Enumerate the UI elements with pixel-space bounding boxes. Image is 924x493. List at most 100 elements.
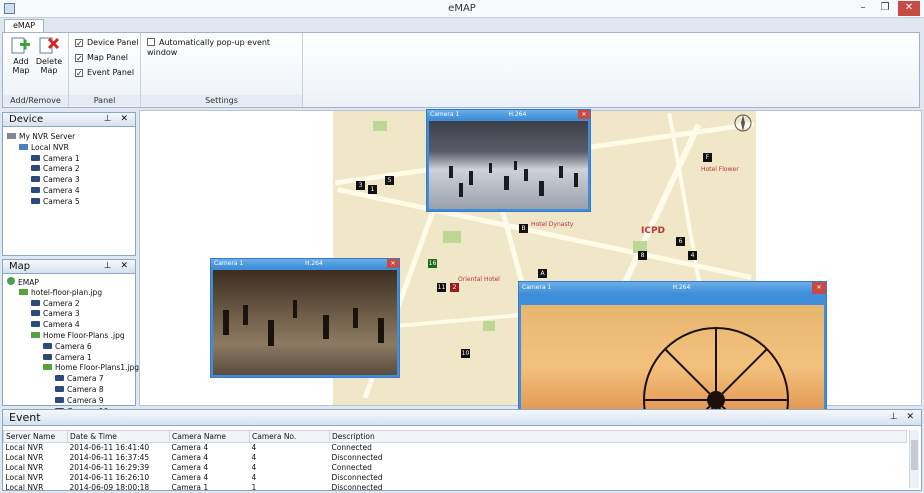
video-window-header[interactable]: Camera 1 H.264 ✕ bbox=[519, 282, 826, 294]
video-close-button[interactable]: ✕ bbox=[387, 259, 399, 268]
table-cell: Camera 4 bbox=[171, 443, 209, 452]
map-label-icpd: ICPD bbox=[641, 226, 666, 236]
table-row[interactable]: Local NVR 2014-06-11 16:41:40 Camera 4 4 Con… bbox=[4, 443, 907, 454]
table-cell: Camera 4 bbox=[171, 453, 209, 462]
table-row[interactable]: Local NVR 2014-06-11 16:26:10 Camera 4 4 Dis… bbox=[4, 473, 907, 483]
table-cell: Local NVR bbox=[5, 453, 44, 462]
map-marker[interactable]: 16 bbox=[428, 259, 437, 268]
map-panel: Map ⊥ ✕ EMAP hotel-floor-plan.jpg Camera 2… bbox=[2, 259, 139, 416]
tree-item[interactable]: Camera 3 bbox=[31, 309, 80, 318]
map-marker[interactable]: B bbox=[519, 224, 528, 233]
delete-map-button[interactable]: Delete Map bbox=[35, 36, 63, 75]
minimize-button[interactable]: – bbox=[852, 1, 874, 16]
device-panel-label: Device Panel bbox=[87, 38, 139, 47]
ribbon-tab-strip: eMAP bbox=[0, 18, 924, 33]
checkbox-check-icon: ✓ bbox=[75, 69, 83, 78]
table-cell: 2014-06-09 18:00:18 bbox=[69, 483, 150, 492]
tree-item[interactable]: Home Floor-Plans .jpg bbox=[31, 331, 125, 340]
tree-item-label: Camera 9 bbox=[67, 395, 104, 405]
add-map-button[interactable]: Add Map bbox=[7, 36, 35, 75]
tree-item[interactable]: Camera 5 bbox=[31, 197, 80, 206]
restore-button[interactable]: ❐ bbox=[874, 1, 896, 16]
table-cell: 2014-06-11 16:29:39 bbox=[69, 463, 150, 472]
video-close-button[interactable]: ✕ bbox=[578, 110, 590, 119]
station-scene bbox=[223, 300, 384, 346]
tree-item[interactable]: EMAP bbox=[7, 277, 39, 287]
map-marker[interactable]: 6 bbox=[676, 237, 685, 246]
video-window-header[interactable]: Camera 1 H.264 ✕ bbox=[427, 110, 590, 119]
tree-item[interactable]: My NVR Server bbox=[7, 132, 75, 141]
column-camera-name[interactable]: Camera Name bbox=[169, 430, 250, 443]
column-description[interactable]: Description bbox=[329, 430, 907, 443]
video-window-title: Camera 1 bbox=[430, 111, 460, 118]
panel-pin-close-icons[interactable]: ⊥ ✕ bbox=[104, 260, 131, 273]
table-cell: 4 bbox=[251, 443, 257, 452]
map-marker[interactable]: 2 bbox=[450, 283, 459, 292]
video-codec: H.264 bbox=[305, 260, 323, 267]
map-marker[interactable]: F bbox=[703, 153, 712, 162]
close-button[interactable]: ✕ bbox=[898, 1, 920, 16]
tree-item[interactable]: Camera 2 bbox=[31, 299, 80, 308]
table-row[interactable]: Local NVR 2014-06-09 18:00:18 Camera 1 1 Dis… bbox=[4, 483, 907, 493]
column-date-time[interactable]: Date & Time bbox=[67, 430, 170, 443]
device-panel-checkbox[interactable]: ✓ Device Panel bbox=[75, 38, 138, 48]
tree-item[interactable]: Camera 9 bbox=[55, 396, 104, 405]
tree-item[interactable]: Camera 2 bbox=[31, 164, 80, 173]
camera-icon bbox=[31, 165, 40, 172]
table-row[interactable]: Local NVR 2014-06-11 16:29:39 Camera 4 4 Con… bbox=[4, 463, 907, 473]
device-panel-title: Device bbox=[9, 114, 44, 125]
column-server-name[interactable]: Server Name bbox=[3, 430, 68, 443]
video-close-button[interactable]: ✕ bbox=[812, 282, 826, 294]
tree-item[interactable]: Home Floor-Plans1.jpg bbox=[43, 363, 139, 372]
tree-item-label: Camera 1 bbox=[55, 352, 92, 362]
map-marker[interactable]: 11 bbox=[437, 283, 446, 292]
event-panel-checkbox[interactable]: ✓ Event Panel bbox=[75, 68, 134, 78]
map-marker[interactable]: 3 bbox=[356, 181, 365, 190]
table-cell: 4 bbox=[251, 473, 257, 482]
tab-emap[interactable]: eMAP bbox=[4, 19, 45, 33]
video-window-header[interactable]: Camera 1 H.264 ✕ bbox=[211, 259, 399, 268]
column-camera-no[interactable]: Camera No. bbox=[249, 430, 330, 443]
table-row[interactable]: Local NVR 2014-06-11 16:37:45 Camera 4 4 Dis… bbox=[4, 453, 907, 463]
delete-map-label: Delete Map bbox=[35, 57, 63, 75]
auto-popup-checkbox[interactable]: Automatically pop-up event window bbox=[147, 38, 302, 58]
table-cell: 2014-06-11 16:26:10 bbox=[69, 473, 150, 482]
video-window-top[interactable]: Camera 1 H.264 ✕ bbox=[426, 109, 591, 212]
tree-item[interactable]: Camera 6 bbox=[43, 342, 92, 351]
delete-map-icon bbox=[39, 37, 60, 54]
map-marker[interactable]: 10 bbox=[461, 349, 470, 358]
tree-item-label: Camera 4 bbox=[43, 320, 80, 330]
map-park bbox=[443, 231, 461, 243]
tree-item[interactable]: Camera 1 bbox=[31, 154, 80, 163]
map-marker[interactable]: A bbox=[538, 269, 547, 278]
tree-item[interactable]: Camera 3 bbox=[31, 175, 80, 184]
camera-icon bbox=[55, 375, 64, 382]
video-window-left[interactable]: Camera 1 H.264 ✕ bbox=[210, 258, 400, 378]
table-cell: 1 bbox=[251, 483, 257, 492]
map-label-dynasty: Hotel Dynasty bbox=[531, 221, 574, 228]
tree-item-label: Local NVR bbox=[31, 142, 69, 152]
map-marker[interactable]: 5 bbox=[385, 176, 394, 185]
crowd-hall-scene bbox=[449, 161, 578, 197]
map-marker[interactable]: 4 bbox=[688, 251, 697, 260]
tree-item[interactable]: Camera 8 bbox=[55, 385, 104, 394]
camera-icon bbox=[31, 299, 40, 306]
add-remove-group-label: Add/Remove bbox=[3, 95, 68, 106]
map-panel-checkbox[interactable]: ✓ Map Panel bbox=[75, 53, 128, 63]
tree-item[interactable]: Camera 7 bbox=[55, 374, 104, 383]
map-marker[interactable]: 8 bbox=[638, 251, 647, 260]
tree-item[interactable]: Camera 4 bbox=[31, 186, 80, 195]
event-scrollbar[interactable] bbox=[909, 430, 919, 488]
device-panel: Device ⊥ ✕ My NVR Server Local NVR Camera … bbox=[2, 112, 136, 256]
panel-pin-close-icons[interactable]: ⊥ ✕ bbox=[104, 113, 131, 126]
panel-pin-close-icons[interactable]: ⊥ ✕ bbox=[890, 410, 917, 425]
map-label-flower: Hotel Flower bbox=[701, 166, 739, 173]
tree-item[interactable]: Camera 4 bbox=[31, 320, 80, 329]
tree-item[interactable]: hotel-floor-plan.jpg bbox=[19, 288, 102, 297]
scrollbar-thumb[interactable] bbox=[911, 440, 918, 470]
map-marker[interactable]: 1 bbox=[368, 185, 377, 194]
tree-item[interactable]: Camera 1 bbox=[43, 353, 92, 362]
tree-item[interactable]: Local NVR bbox=[19, 143, 69, 152]
table-cell: 2014-06-11 16:41:40 bbox=[69, 443, 150, 452]
video-window-title: Camera 1 bbox=[214, 260, 244, 267]
